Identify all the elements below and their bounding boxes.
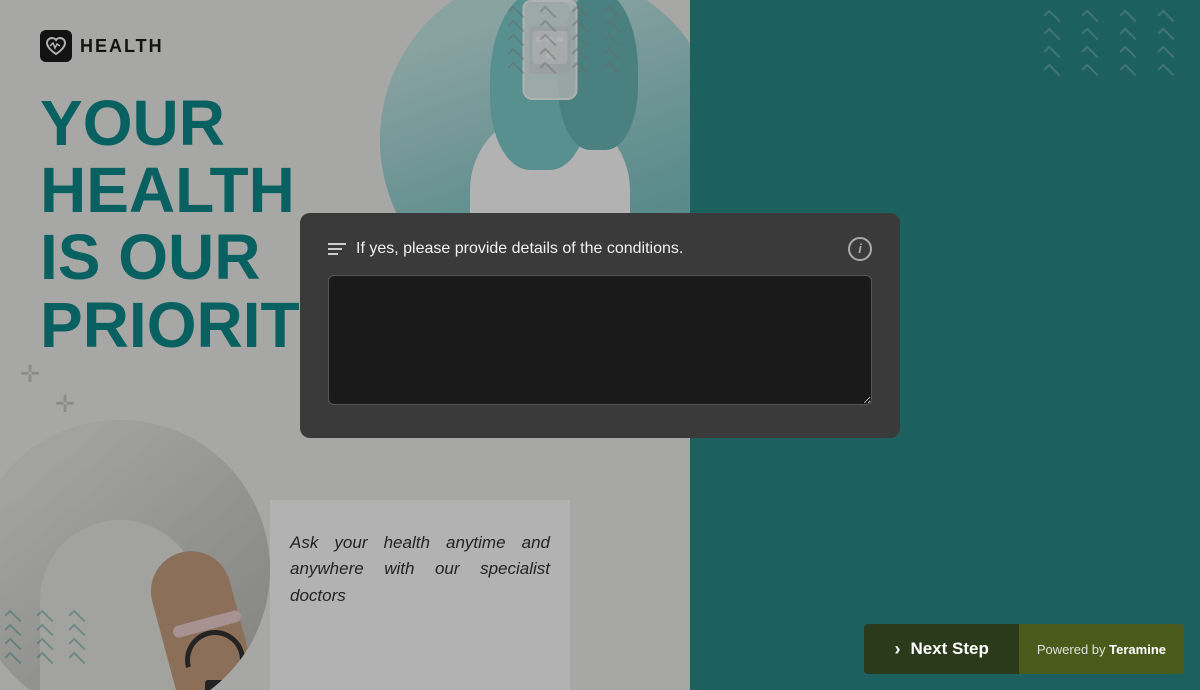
conditions-textarea[interactable]	[328, 275, 872, 405]
modal-header: If yes, please provide details of the co…	[328, 237, 872, 261]
next-step-button[interactable]: › Next Step	[864, 624, 1018, 674]
modal-dialog: If yes, please provide details of the co…	[300, 213, 900, 438]
info-icon[interactable]: i	[848, 237, 872, 261]
powered-by-prefix: Powered by	[1037, 642, 1106, 657]
list-icon	[328, 243, 346, 255]
powered-by-brand: Teramine	[1109, 642, 1166, 657]
info-icon-label: i	[858, 241, 862, 256]
question-text: If yes, please provide details of the co…	[356, 240, 683, 258]
powered-by-label: Powered by Teramine	[1019, 624, 1184, 674]
modal-question: If yes, please provide details of the co…	[328, 240, 848, 258]
next-arrow-icon: ›	[894, 639, 900, 660]
next-step-label: Next Step	[910, 639, 988, 659]
modal-overlay: If yes, please provide details of the co…	[0, 0, 1200, 690]
footer-bar: › Next Step Powered by Teramine	[864, 624, 1184, 674]
